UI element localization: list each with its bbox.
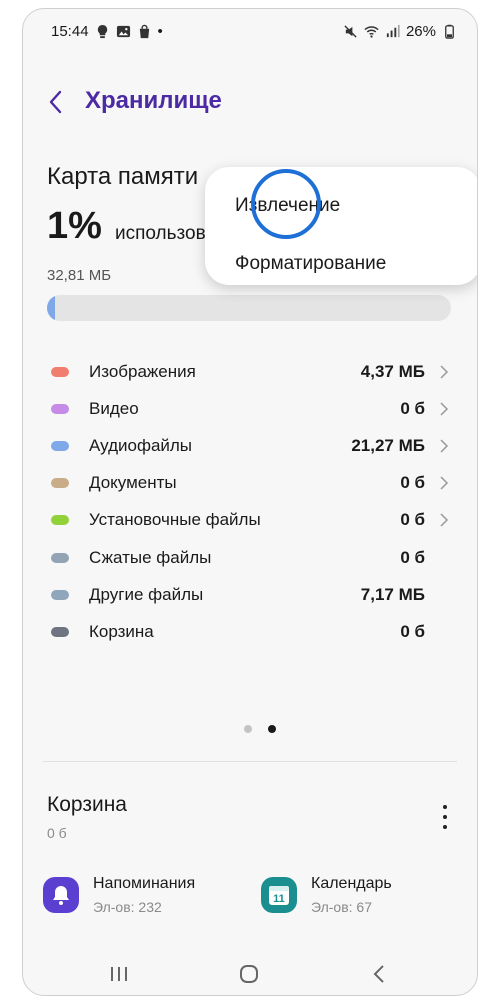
more-dot — [443, 825, 447, 829]
category-list: Изображения 4,37 МБ Видео 0 б Аудиофайлы… — [47, 353, 457, 651]
trash-app-reminders[interactable]: Напоминания Эл-ов: 232 — [43, 871, 243, 921]
calendar-day: 11 — [273, 893, 285, 905]
category-value: 0 б — [400, 510, 425, 530]
status-left: 15:44 • — [51, 23, 163, 40]
app-name: Напоминания — [93, 875, 196, 892]
system-nav-bar — [23, 953, 477, 995]
storage-usage-bar — [47, 295, 451, 321]
category-value: 0 б — [400, 621, 425, 641]
battery-icon — [445, 24, 454, 39]
category-row-archives: Сжатые файлы 0 б — [47, 539, 457, 576]
chevron-right-icon — [440, 476, 449, 490]
other-files-color-dot — [51, 589, 69, 600]
status-right: 26% — [343, 23, 457, 40]
trash-size: 0 б — [47, 825, 67, 841]
recent-apps-button[interactable] — [99, 959, 139, 989]
category-label: Установочные файлы — [89, 510, 261, 530]
chevron-left-icon — [49, 90, 62, 114]
wifi-icon — [364, 26, 379, 38]
images-color-dot — [51, 366, 69, 377]
battery-text: 26% — [405, 23, 436, 40]
category-row-documents[interactable]: Документы 0 б — [47, 465, 457, 502]
category-label: Аудиофайлы — [89, 435, 193, 455]
reminder-bell-icon — [43, 877, 79, 913]
system-back-button[interactable] — [359, 959, 399, 989]
chevron-right-icon — [440, 513, 449, 527]
home-button[interactable] — [229, 959, 269, 989]
category-row-other-files: Другие файлы 7,17 МБ — [47, 576, 457, 613]
used-size: 32,81 МБ — [47, 267, 112, 284]
clock: 15:44 — [51, 23, 89, 40]
storage-usage-fill — [47, 295, 56, 321]
app-header: Хранилище — [23, 77, 477, 127]
category-label: Сжатые файлы — [89, 547, 212, 567]
chevron-right-icon — [440, 365, 449, 379]
bag-icon — [139, 24, 149, 39]
category-row-trash: Корзина 0 б — [47, 613, 457, 650]
overflow-menu: Извлечение Форматирование — [205, 167, 477, 285]
calendar-icon: 11 — [261, 877, 297, 913]
status-bar: 15:44 • 26% — [23, 9, 477, 53]
page-dot-1[interactable] — [244, 725, 252, 733]
category-value: 21,27 МБ — [351, 435, 425, 455]
memory-card-title: Карта памяти — [47, 163, 199, 190]
used-percent: 1% — [47, 205, 102, 247]
archives-color-dot — [51, 552, 69, 563]
page-title: Хранилище — [85, 87, 222, 114]
recent-apps-icon — [111, 967, 127, 981]
mute-icon — [344, 25, 357, 38]
tap-indicator — [251, 169, 321, 239]
chevron-right-icon — [440, 439, 449, 453]
signal-icon — [386, 24, 400, 38]
category-label: Корзина — [89, 621, 154, 641]
gallery-icon — [116, 25, 130, 38]
more-options-button[interactable] — [439, 805, 451, 829]
category-row-audio[interactable]: Аудиофайлы 21,27 МБ — [47, 427, 457, 464]
more-dot — [443, 805, 447, 809]
category-label: Другие файлы — [89, 584, 204, 604]
video-color-dot — [51, 403, 69, 414]
back-button[interactable] — [41, 85, 71, 119]
audio-color-dot — [51, 440, 69, 451]
app-count: Эл-ов: 67 — [311, 899, 373, 915]
section-divider — [43, 761, 457, 762]
category-value: 4,37 МБ — [360, 361, 425, 381]
category-label: Видео — [89, 398, 139, 418]
app-name: Календарь — [311, 875, 392, 892]
category-label: Изображения — [89, 361, 196, 381]
phone-screen: 15:44 • 26% Хранилище Карта памяти 1% ис… — [22, 8, 478, 996]
more-dot — [443, 815, 447, 819]
category-row-images[interactable]: Изображения 4,37 МБ — [47, 353, 457, 390]
page-dot-2[interactable] — [268, 725, 276, 733]
install-files-color-dot — [51, 515, 69, 526]
chevron-right-icon — [440, 402, 449, 416]
app-count: Эл-ов: 232 — [93, 899, 162, 915]
status-dot: • — [157, 23, 163, 40]
category-row-install-files[interactable]: Установочные файлы 0 б — [47, 502, 457, 539]
home-icon — [240, 965, 258, 983]
trash-app-calendar[interactable]: 11 Календарь Эл-ов: 67 — [261, 871, 461, 921]
category-row-video[interactable]: Видео 0 б — [47, 390, 457, 427]
menu-item-format[interactable]: Форматирование — [235, 253, 386, 275]
category-value: 0 б — [400, 473, 425, 493]
category-value: 0 б — [400, 547, 425, 567]
documents-color-dot — [51, 478, 69, 489]
trash-color-dot — [51, 626, 69, 637]
category-label: Документы — [89, 473, 177, 493]
category-value: 0 б — [400, 398, 425, 418]
page-indicator — [23, 725, 477, 733]
bulb-icon — [97, 24, 107, 39]
back-icon — [373, 965, 384, 983]
category-value: 7,17 МБ — [360, 584, 425, 604]
trash-section-title[interactable]: Корзина — [47, 793, 127, 817]
